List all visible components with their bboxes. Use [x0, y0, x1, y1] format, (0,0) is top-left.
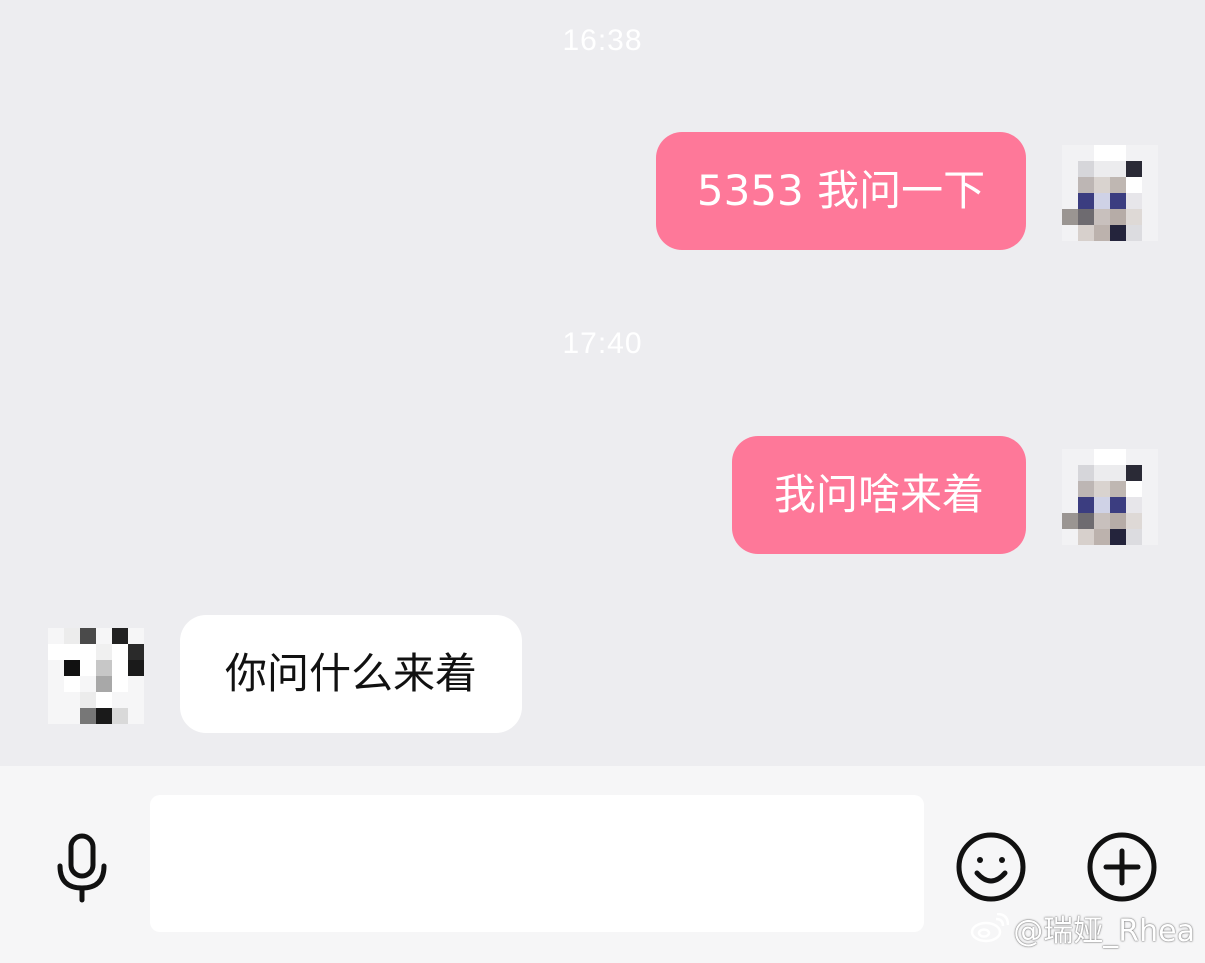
watermark-text: @瑞娅_Rhea: [1013, 913, 1195, 949]
self-avatar[interactable]: [1062, 145, 1158, 241]
microphone-icon[interactable]: [52, 832, 112, 904]
chat-area: 16:38 5353 我问一下 17:40 我问啥来着 你问什么来着: [0, 0, 1205, 766]
message-bubble-outgoing[interactable]: 5353 我问一下: [656, 132, 1026, 250]
message-input[interactable]: [150, 795, 924, 932]
message-text: 5353 我问一下: [696, 166, 986, 215]
timestamp: 17:40: [562, 327, 643, 360]
self-avatar[interactable]: [1062, 449, 1158, 545]
composer-bar: @瑞娅_Rhea: [0, 766, 1205, 963]
message-bubble-outgoing[interactable]: 我问啥来着: [732, 436, 1026, 554]
message-bubble-incoming[interactable]: 你问什么来着: [180, 615, 522, 733]
message-text: 我问啥来着: [773, 470, 984, 519]
watermark: @瑞娅_Rhea: [969, 906, 1195, 952]
timestamp: 16:38: [562, 24, 643, 57]
contact-avatar[interactable]: [48, 628, 144, 724]
weibo-logo-icon: [969, 912, 1010, 951]
smiley-icon[interactable]: [955, 831, 1027, 903]
plus-circle-icon[interactable]: [1086, 831, 1158, 903]
message-text: 你问什么来着: [224, 649, 477, 698]
